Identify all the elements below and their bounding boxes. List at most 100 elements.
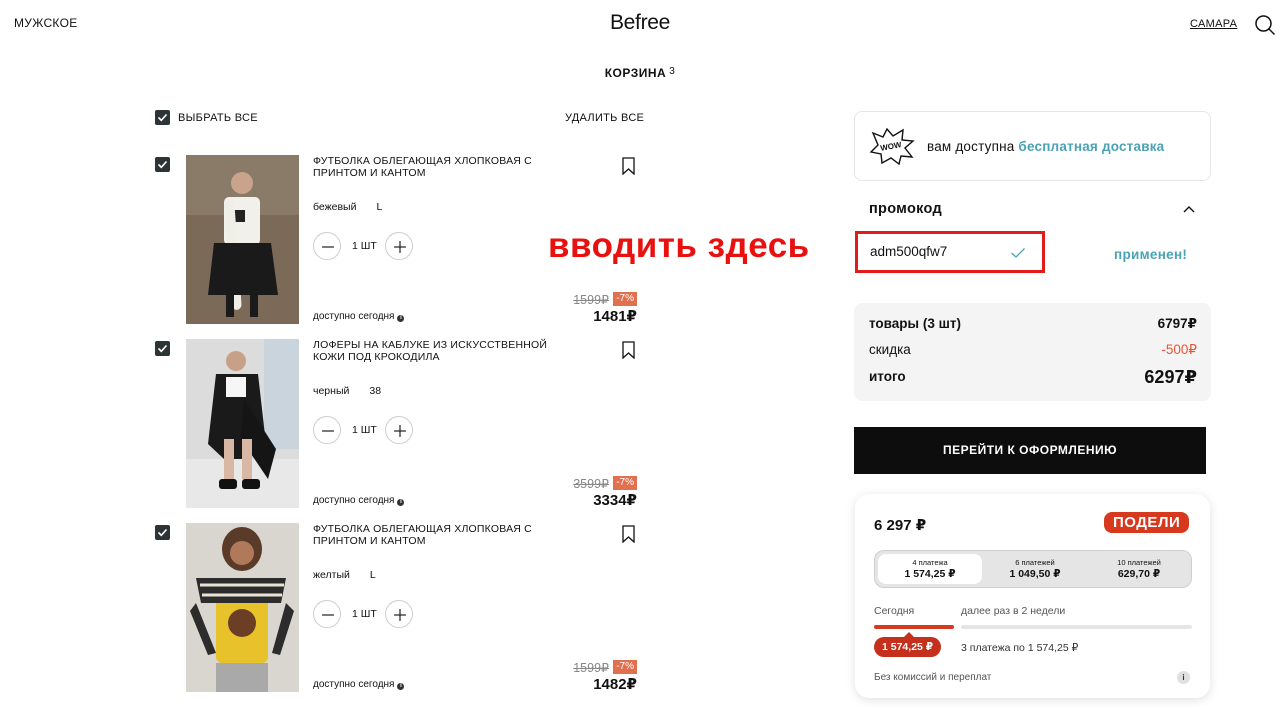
cart-item: ФУТБОЛКА ОБЛЕГАЮЩАЯ ХЛОПКОВАЯ С ПРИНТОМ …: [155, 523, 645, 693]
info-icon[interactable]: i: [1177, 671, 1190, 684]
bookmark-icon[interactable]: [622, 341, 635, 359]
promo-code-field[interactable]: adm500qfw7: [855, 231, 1045, 273]
plan-amount: 1 574,25 ₽: [904, 568, 956, 580]
goods-value: 6797₽: [1157, 316, 1197, 331]
minus-icon: [322, 246, 334, 248]
goods-label: товары (3 шт): [869, 316, 961, 331]
minus-icon: [322, 614, 334, 616]
no-fee-note: Без комиссий и переплат: [874, 672, 992, 683]
increase-quantity-button[interactable]: [385, 232, 413, 260]
check-icon: [1011, 248, 1025, 258]
old-price: 3599₽: [573, 477, 609, 491]
schedule-later-label: далее раз в 2 недели: [961, 605, 1066, 617]
promo-code-value[interactable]: adm500qfw7: [870, 244, 947, 259]
bookmark-icon[interactable]: [622, 157, 635, 175]
product-attributes: черный 38: [313, 385, 381, 397]
info-icon[interactable]: i: [397, 499, 405, 506]
select-all-checkbox[interactable]: [155, 110, 170, 125]
info-icon[interactable]: i: [397, 315, 405, 322]
order-summary: товары (3 шт) 6797₽ скидка -500₽ итого 6…: [854, 303, 1211, 401]
summary-goods-row: товары (3 шт) 6797₽: [869, 316, 1197, 331]
delete-all-button[interactable]: УДАЛИТЬ ВСЕ: [565, 112, 644, 124]
availability-text: доступно сегодня: [313, 495, 395, 506]
product-photo[interactable]: [186, 339, 299, 508]
bookmark-icon[interactable]: [622, 525, 635, 543]
availability-text: доступно сегодня: [313, 679, 395, 690]
decrease-quantity-button[interactable]: [313, 416, 341, 444]
availability-text: доступно сегодня: [313, 311, 395, 322]
promo-applied-status: применен!: [1114, 247, 1188, 262]
quantity-value: 1 ШТ: [352, 608, 377, 620]
item-checkbox[interactable]: [155, 341, 170, 356]
product-photo[interactable]: [186, 523, 299, 692]
product-photo-image: [186, 155, 299, 324]
product-size: L: [376, 201, 383, 213]
check-icon: [157, 113, 168, 122]
schedule-today-bar: [874, 625, 954, 629]
plan-tab-10[interactable]: 10 платежей 629,70 ₽: [1087, 554, 1191, 584]
plan-label: 10 платежей: [1117, 558, 1161, 567]
cart-count: 3: [669, 66, 676, 77]
decrease-quantity-button[interactable]: [313, 600, 341, 628]
city-selector[interactable]: САМАРА: [1190, 18, 1237, 30]
price: 1482₽: [593, 676, 637, 693]
increase-quantity-button[interactable]: [385, 416, 413, 444]
product-attributes: желтый L: [313, 569, 376, 581]
total-value: 6297₽: [1144, 367, 1197, 387]
select-all-label[interactable]: ВЫБРАТЬ ВСЕ: [178, 112, 258, 124]
increase-quantity-button[interactable]: [385, 600, 413, 628]
product-name[interactable]: ЛОФЕРЫ НА КАБЛУКЕ ИЗ ИСКУССТВЕННОЙ КОЖИ …: [313, 339, 578, 363]
check-icon: [157, 528, 168, 537]
product-size: L: [369, 569, 376, 581]
product-name[interactable]: ФУТБОЛКА ОБЛЕГАЮЩАЯ ХЛОПКОВАЯ С ПРИНТОМ …: [313, 523, 578, 547]
item-checkbox[interactable]: [155, 157, 170, 172]
plus-icon: [394, 609, 406, 621]
annotation-overlay-text: вводить здесь: [548, 226, 810, 265]
info-icon[interactable]: i: [397, 683, 405, 690]
total-label: итого: [869, 369, 906, 384]
site-logo[interactable]: Befree: [0, 11, 1280, 35]
cart-title-text: КОРЗИНА: [604, 66, 667, 80]
summary-discount-row: скидка -500₽: [869, 342, 1197, 357]
plan-tab-6[interactable]: 6 платежей 1 049,50 ₽: [983, 554, 1087, 584]
decrease-quantity-button[interactable]: [313, 232, 341, 260]
product-photo-image: [186, 523, 299, 692]
remaining-payments: 3 платежа по 1 574,25 ₽: [961, 642, 1079, 654]
free-delivery-link[interactable]: бесплатная доставка: [1018, 139, 1164, 154]
item-checkbox[interactable]: [155, 525, 170, 540]
product-color: черный: [313, 385, 350, 397]
plan-tab-4[interactable]: 4 платежа 1 574,25 ₽: [878, 554, 982, 584]
product-color: желтый: [313, 569, 350, 581]
schedule-today-label: Сегодня: [874, 605, 915, 617]
product-photo[interactable]: [186, 155, 299, 324]
wow-burst-icon: WOW: [869, 127, 915, 165]
plan-amount: 629,70 ₽: [1117, 568, 1161, 580]
first-payment-badge: 1 574,25 ₽: [874, 632, 942, 657]
availability: доступно сегодня i: [313, 495, 405, 506]
availability: доступно сегодня i: [313, 311, 405, 322]
product-name[interactable]: ФУТБОЛКА ОБЛЕГАЮЩАЯ ХЛОПКОВАЯ С ПРИНТОМ …: [313, 155, 578, 179]
check-icon: [157, 160, 168, 169]
cart-title: КОРЗИНА 3: [0, 66, 1280, 80]
delivery-prefix: вам доступна: [927, 139, 1015, 154]
old-price: 1599₽: [573, 293, 609, 307]
discount-badge: -7%: [613, 292, 637, 306]
discount-badge: -7%: [613, 476, 637, 490]
plus-icon: [394, 241, 406, 253]
checkout-button[interactable]: ПЕРЕЙТИ К ОФОРМЛЕНИЮ: [854, 427, 1206, 474]
summary-total-row: итого 6297₽: [869, 367, 1197, 387]
discount-value: -500₽: [1161, 342, 1197, 357]
product-size: 38: [369, 385, 382, 397]
plan-amount: 1 049,50 ₽: [1009, 568, 1061, 580]
quantity-value: 1 ШТ: [352, 424, 377, 436]
product-attributes: бежевый L: [313, 201, 382, 213]
old-price: 1599₽: [573, 661, 609, 675]
price: 3334₽: [593, 492, 637, 509]
search-icon[interactable]: [1254, 14, 1276, 36]
promo-section-title: промокод: [869, 201, 943, 217]
podeli-installment-widget: 6 297 ₽ ПОДЕЛИ 4 платежа 1 574,25 ₽ 6 пл…: [855, 494, 1210, 698]
check-icon: [157, 344, 168, 353]
chevron-up-icon[interactable]: [1182, 202, 1196, 216]
free-delivery-banner: WOW вам доступна бесплатная доставка: [854, 111, 1211, 181]
product-color: бежевый: [313, 201, 357, 213]
